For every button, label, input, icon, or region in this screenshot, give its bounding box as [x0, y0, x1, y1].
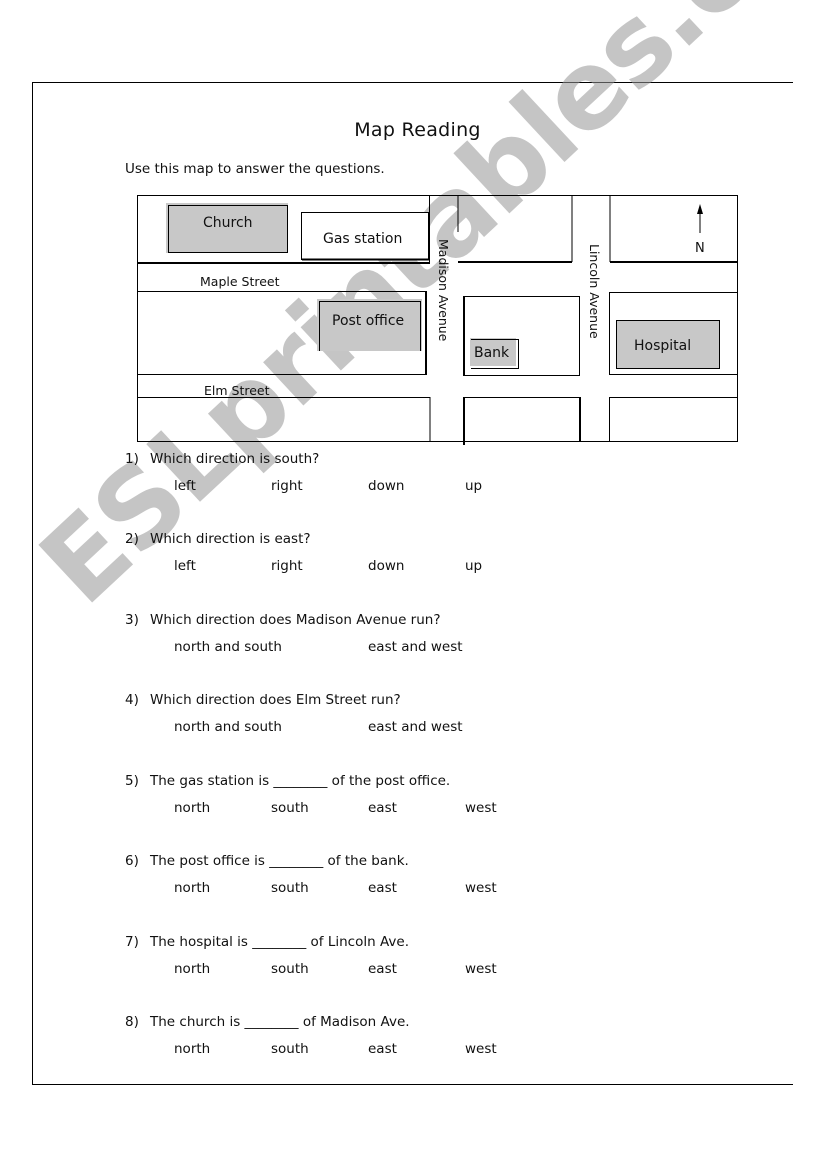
- question-text: The church is ________ of Madison Ave.: [150, 1014, 410, 1030]
- answer-option[interactable]: up: [465, 478, 482, 494]
- answer-option[interactable]: east: [368, 1041, 397, 1057]
- question-number: 2): [125, 531, 139, 547]
- question-4: 4) Which direction does Elm Street run?: [125, 692, 401, 708]
- madison-avenue-label: Madison Avenue: [436, 239, 451, 342]
- question-number: 3): [125, 612, 139, 628]
- bank-label: Bank: [474, 345, 510, 361]
- question-1: 1) Which direction is south?: [125, 451, 319, 467]
- building-bank: Bank: [470, 338, 519, 369]
- answer-option[interactable]: right: [271, 478, 303, 494]
- gas-station-label: Gas station: [323, 231, 402, 247]
- question-7: 7) The hospital is ________ of Lincoln Av…: [125, 934, 409, 950]
- north-arrow-icon: [697, 204, 703, 233]
- block-south-center: [464, 397, 580, 442]
- maple-street-label: Maple Street: [200, 274, 280, 289]
- answer-option[interactable]: east: [368, 961, 397, 977]
- question-text: Which direction is east?: [150, 531, 311, 547]
- question-5: 5) The gas station is ________ of the pos…: [125, 773, 450, 789]
- answer-option[interactable]: east: [368, 800, 397, 816]
- answer-option[interactable]: down: [368, 558, 404, 574]
- answer-option[interactable]: south: [271, 1041, 309, 1057]
- street-map: Church Gas station Post office Bank Hosp…: [137, 195, 738, 445]
- answer-option[interactable]: south: [271, 961, 309, 977]
- question-number: 7): [125, 934, 139, 950]
- answer-option[interactable]: south: [271, 800, 309, 816]
- question-number: 1): [125, 451, 139, 467]
- answer-option[interactable]: west: [465, 880, 497, 896]
- answer-option[interactable]: south: [271, 880, 309, 896]
- question-3: 3) Which direction does Madison Avenue ru…: [125, 612, 441, 628]
- question-number: 6): [125, 853, 139, 869]
- question-text: Which direction does Madison Avenue run?: [150, 612, 441, 628]
- question-8: 8) The church is ________ of Madison Ave.: [125, 1014, 410, 1030]
- answer-option[interactable]: west: [465, 961, 497, 977]
- hospital-label: Hospital: [634, 338, 691, 354]
- question-6: 6) The post office is ________ of the ban…: [125, 853, 409, 869]
- question-text: The gas station is ________ of the post …: [150, 773, 451, 789]
- answer-option[interactable]: east and west: [368, 639, 463, 655]
- building-gas-station: Gas station: [301, 212, 429, 261]
- compass-label: N: [695, 241, 705, 256]
- elm-street-label: Elm Street: [204, 383, 270, 398]
- building-church: Church: [166, 203, 288, 253]
- question-number: 4): [125, 692, 139, 708]
- answer-option[interactable]: west: [465, 800, 497, 816]
- question-text: The post office is ________ of the bank.: [150, 853, 409, 869]
- answer-option[interactable]: east and west: [368, 719, 463, 735]
- building-hospital: Hospital: [616, 320, 720, 369]
- answer-option[interactable]: left: [174, 558, 196, 574]
- question-number: 8): [125, 1014, 139, 1030]
- answer-option[interactable]: right: [271, 558, 303, 574]
- answer-option[interactable]: north: [174, 1041, 210, 1057]
- answer-option[interactable]: north: [174, 800, 210, 816]
- answer-option[interactable]: north: [174, 880, 210, 896]
- answer-option[interactable]: north: [174, 961, 210, 977]
- answer-option[interactable]: up: [465, 558, 482, 574]
- block-southeast: [609, 397, 738, 442]
- church-label: Church: [203, 215, 253, 231]
- answer-option[interactable]: east: [368, 880, 397, 896]
- answer-option[interactable]: left: [174, 478, 196, 494]
- answer-option[interactable]: north and south: [174, 639, 282, 655]
- answer-option[interactable]: west: [465, 1041, 497, 1057]
- post-office-label: Post office: [332, 313, 404, 329]
- lincoln-avenue-label: Lincoln Avenue: [587, 244, 602, 339]
- question-number: 5): [125, 773, 139, 789]
- question-text: Which direction does Elm Street run?: [150, 692, 401, 708]
- question-text: The hospital is ________ of Lincoln Ave.: [150, 934, 409, 950]
- question-text: Which direction is south?: [150, 451, 320, 467]
- question-2: 2) Which direction is east?: [125, 531, 311, 547]
- building-post-office: Post office: [317, 299, 422, 351]
- answer-option[interactable]: north and south: [174, 719, 282, 735]
- answer-option[interactable]: down: [368, 478, 404, 494]
